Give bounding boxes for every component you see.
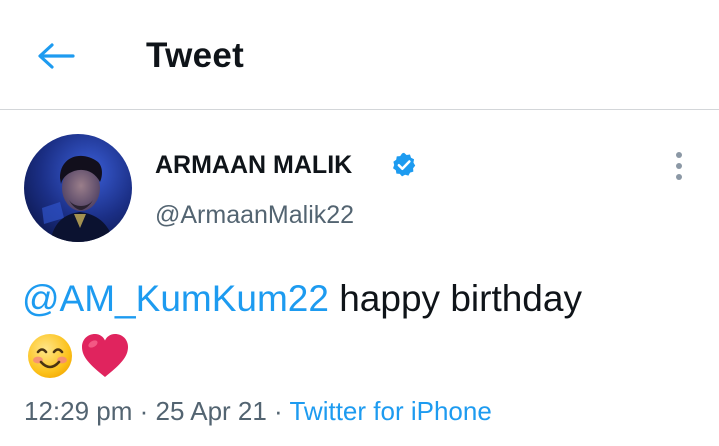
back-button[interactable]: [30, 34, 82, 78]
emoji-row: [26, 332, 130, 380]
top-bar: Tweet: [0, 0, 719, 110]
tweet-source-link[interactable]: Twitter for iPhone: [289, 396, 491, 426]
tweet-text: @AM_KumKum22 happy birthday: [22, 277, 582, 321]
meta-separator: ·: [266, 396, 290, 426]
avatar[interactable]: [24, 134, 132, 242]
tweet-time: 12:29 pm: [24, 396, 133, 426]
smiling-face-emoji: [28, 334, 72, 378]
author-name[interactable]: ARMAAN MALIK: [155, 150, 352, 180]
meta-separator: ·: [132, 396, 156, 426]
more-options-icon[interactable]: [664, 148, 694, 186]
tweet-meta: 12:29 pm · 25 Apr 21 · Twitter for iPhon…: [24, 394, 492, 428]
avatar-image: [24, 134, 132, 242]
tweet-date: 25 Apr 21: [155, 396, 267, 426]
verified-badge-icon: [393, 152, 416, 177]
arrow-left-icon: [38, 43, 75, 69]
tweet-body: happy birthday: [328, 278, 582, 319]
red-heart-emoji: [82, 334, 128, 377]
page-title: Tweet: [146, 36, 245, 75]
author-handle[interactable]: @ArmaanMalik22: [155, 199, 354, 231]
mention-link[interactable]: @AM_KumKum22: [22, 278, 329, 319]
